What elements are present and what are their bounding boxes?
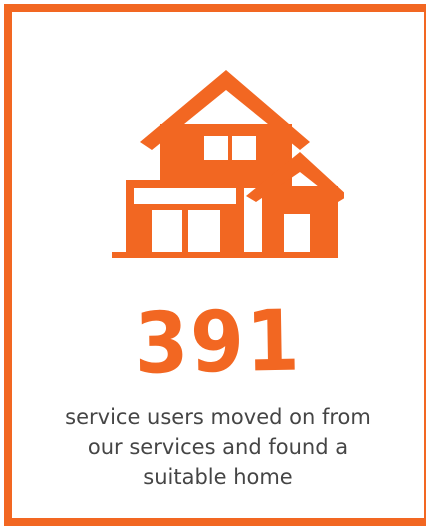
infographic-card: 391 service users moved on from our serv… [4, 4, 426, 526]
caption-line: our services and found a [87, 435, 349, 459]
caption-line: suitable home [143, 465, 293, 489]
caption-line: service users moved on from [65, 405, 371, 429]
house-icon [112, 70, 344, 258]
stat-caption: service users moved on from our services… [22, 402, 414, 492]
stat-number: 391 [133, 291, 303, 393]
